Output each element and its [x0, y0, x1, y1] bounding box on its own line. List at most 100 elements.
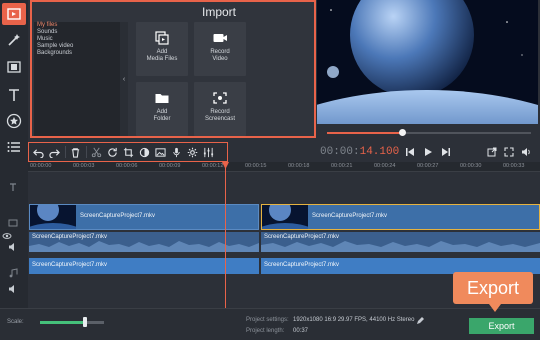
external-preview-button[interactable] [485, 145, 499, 159]
timecode-display: 00:00:14.100 [320, 146, 399, 158]
track-header-column [0, 162, 28, 308]
project-settings-value: 1920x1080 16:9 29.97 FPS, 44100 Hz Stere… [293, 317, 415, 323]
previous-button[interactable] [403, 145, 417, 159]
video-clip-selected[interactable]: ScreenCaptureProject7.mkv [261, 204, 540, 230]
more-tools-button[interactable] [2, 136, 26, 158]
speaker-icon [522, 148, 530, 156]
microphone-icon [172, 147, 180, 157]
tick-label: 00:00:21 [331, 163, 353, 169]
settings-button[interactable] [185, 145, 199, 159]
category-backgrounds[interactable]: Backgrounds [34, 50, 120, 57]
seekbar-handle[interactable] [399, 129, 407, 136]
collapse-panel-button[interactable]: ‹ [120, 22, 128, 136]
next-button[interactable] [439, 145, 453, 159]
volume-button[interactable] [519, 145, 533, 159]
clip-name: ScreenCaptureProject7.mkv [264, 234, 340, 240]
tick-label: 00:00:15 [245, 163, 267, 169]
play-icon [425, 148, 432, 156]
export-callout: Export [453, 272, 533, 304]
thumbnail-image [262, 205, 314, 229]
filters-tool-button[interactable] [2, 56, 26, 78]
status-bar: Scale: Project settings: 1920x1080 16:9 … [0, 308, 540, 340]
scale-slider-track[interactable] [84, 321, 104, 324]
fullscreen-icon [504, 147, 514, 157]
import-tool-button[interactable] [2, 3, 26, 25]
color-adjust-button[interactable] [137, 145, 151, 159]
project-length-label: Project length: [246, 328, 285, 334]
import-title: Import [201, 5, 236, 19]
play-button[interactable] [421, 145, 435, 159]
film-icon [7, 61, 21, 73]
rotate-button[interactable] [105, 145, 119, 159]
clip-name: ScreenCaptureProject7.mkv [32, 234, 108, 240]
redo-icon [48, 148, 60, 158]
chevron-left-icon: ‹ [122, 75, 126, 83]
audio-clip[interactable]: ScreenCaptureProject7.mkv [261, 232, 540, 252]
tool-sidebar [0, 0, 28, 162]
crop-icon [123, 147, 133, 157]
timeline-playhead[interactable] [225, 162, 226, 308]
text-icon [9, 89, 19, 101]
import-icon [7, 8, 21, 20]
skip-back-icon [406, 148, 414, 156]
category-sounds[interactable]: Sounds [34, 29, 120, 36]
scale-label: Scale: [7, 319, 24, 325]
add-folder-button[interactable]: Add Folder [136, 82, 188, 136]
music-note-icon [9, 268, 18, 278]
video-editor-window: Import My files Sounds Music Sample vide… [0, 0, 540, 340]
contrast-icon [139, 147, 149, 157]
tile-label: Record Screencast [204, 109, 235, 122]
import-panel: Import My files Sounds Music Sample vide… [30, 0, 316, 138]
edit-settings-icon[interactable] [416, 317, 424, 325]
effects-tool-button[interactable] [2, 29, 26, 51]
image-button[interactable] [153, 145, 167, 159]
video-preview[interactable] [317, 0, 538, 124]
stickers-tool-button[interactable] [2, 110, 26, 132]
playback-seekbar[interactable] [327, 129, 531, 136]
timeline-ruler[interactable]: 00:00:00 00:00:03 00:00:06 00:00:09 00:0… [28, 162, 540, 172]
equalizer-button[interactable] [201, 145, 215, 159]
trash-icon [71, 147, 79, 158]
add-media-files-button[interactable]: Add Media Files [136, 22, 188, 76]
category-sample-video[interactable]: Sample video [34, 43, 120, 50]
tick-label: 00:00:03 [73, 163, 95, 169]
list-icon [7, 142, 20, 152]
seekbar-progress [327, 132, 403, 134]
record-audio-button[interactable] [169, 145, 183, 159]
star-icon [6, 113, 22, 129]
clip-name: ScreenCaptureProject7.mkv [264, 262, 340, 268]
skip-forward-icon [442, 148, 450, 156]
tick-label: 00:00:27 [417, 163, 439, 169]
export-button[interactable]: Export [469, 318, 534, 334]
undo-button[interactable] [31, 145, 45, 159]
camera-icon [213, 34, 227, 42]
tile-label: Add Media Files [146, 49, 178, 62]
clip-name: ScreenCaptureProject7.mkv [80, 213, 156, 219]
redo-button[interactable] [47, 145, 61, 159]
clip-thumbnail [30, 205, 82, 229]
titles-tool-button[interactable] [2, 84, 26, 106]
tick-label: 00:00:18 [288, 163, 310, 169]
image-icon [154, 147, 166, 157]
fullscreen-button[interactable] [502, 145, 516, 159]
tile-label: Record Video [210, 49, 230, 62]
crop-button[interactable] [121, 145, 135, 159]
tile-label: Add Folder [153, 109, 171, 122]
music-track-speaker-icon[interactable] [8, 284, 18, 294]
tick-label: 00:00:12 [202, 163, 224, 169]
timecode-main: 00:00: [320, 146, 360, 158]
clip-name: ScreenCaptureProject7.mkv [312, 213, 388, 219]
record-video-button[interactable]: Record Video [194, 22, 246, 76]
cut-button[interactable] [89, 145, 103, 159]
delete-button[interactable] [68, 145, 82, 159]
toolbar-divider [65, 146, 66, 158]
eye-icon[interactable] [2, 231, 12, 241]
scale-slider-handle[interactable] [82, 317, 87, 327]
category-my-files[interactable]: My files [34, 22, 120, 29]
category-music[interactable]: Music [34, 36, 120, 43]
toolbar-divider [86, 146, 87, 158]
audio-track-speaker-icon[interactable] [8, 242, 18, 252]
record-screencast-button[interactable]: Record Screencast [194, 82, 246, 136]
callout-arrow [489, 304, 501, 312]
media-files-icon [155, 31, 169, 45]
